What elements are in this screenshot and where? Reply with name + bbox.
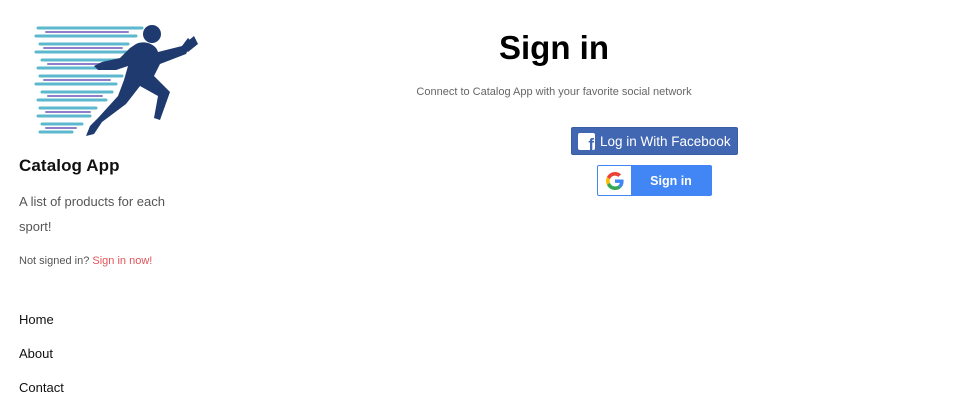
nav-item-contact: Contact bbox=[19, 379, 64, 413]
nav-item-about: About bbox=[19, 345, 64, 379]
page-subtitle: Connect to Catalog App with your favorit… bbox=[416, 86, 692, 98]
page-title: Sign in bbox=[499, 29, 609, 66]
nav-item-home: Home bbox=[19, 311, 64, 345]
signin-now-link[interactable]: Sign in now! bbox=[92, 255, 152, 267]
signin-status: Not signed in? Sign in now! bbox=[19, 255, 152, 267]
app-title: Catalog App bbox=[19, 156, 120, 175]
google-signin-label: Sign in bbox=[650, 173, 692, 188]
app-tagline: A list of products for each sport! bbox=[19, 194, 165, 234]
nav-link-home[interactable]: Home bbox=[19, 312, 54, 327]
facebook-login-label: Log in With Facebook bbox=[600, 133, 731, 149]
signin-status-text: Not signed in? bbox=[19, 255, 90, 267]
nav-link-contact[interactable]: Contact bbox=[19, 380, 64, 395]
facebook-icon: f bbox=[578, 132, 595, 150]
google-signin-button[interactable]: Sign in bbox=[597, 165, 712, 196]
google-icon bbox=[598, 166, 631, 195]
main-content: Sign in Connect to Catalog App with your… bbox=[200, 0, 971, 407]
nav-link-about[interactable]: About bbox=[19, 346, 53, 361]
sidebar-nav: Home About Contact bbox=[19, 311, 64, 413]
facebook-login-button[interactable]: f Log in With Facebook bbox=[571, 127, 738, 155]
